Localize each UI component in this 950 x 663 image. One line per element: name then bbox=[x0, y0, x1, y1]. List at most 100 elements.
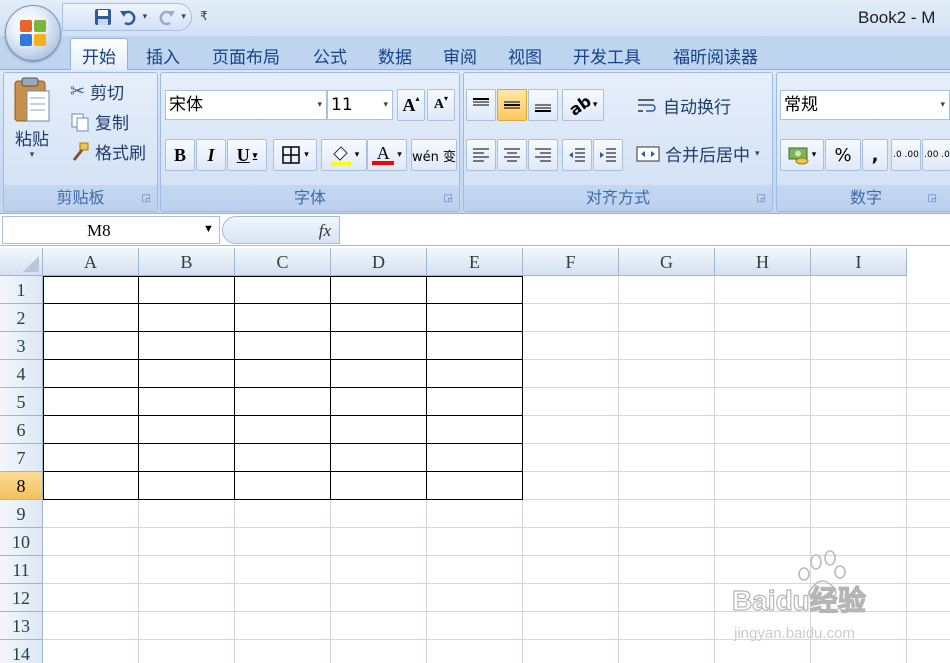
fill-color-button[interactable]: ▾ bbox=[321, 139, 367, 171]
font-name-dropdown-icon[interactable]: ▾ bbox=[317, 91, 322, 119]
font-color-dropdown-icon[interactable]: ▾ bbox=[397, 150, 402, 160]
row-header[interactable]: 5 bbox=[0, 388, 43, 416]
shrink-font-button[interactable]: A ▾ bbox=[427, 89, 455, 121]
redo-dropdown-icon[interactable]: ▾ bbox=[181, 12, 191, 22]
undo-dropdown-icon[interactable]: ▾ bbox=[143, 12, 153, 22]
name-box[interactable]: M8 ▼ bbox=[2, 216, 220, 244]
accounting-format-button[interactable]: ▾ bbox=[780, 139, 824, 171]
align-left-button[interactable] bbox=[466, 139, 496, 171]
table-cell[interactable] bbox=[139, 332, 235, 360]
number-launcher-icon[interactable]: ◲ bbox=[928, 193, 937, 204]
name-box-dropdown-icon[interactable]: ▼ bbox=[203, 223, 214, 235]
row-header[interactable]: 11 bbox=[0, 556, 43, 584]
table-cell[interactable] bbox=[235, 304, 331, 332]
tab-review[interactable]: 审阅 bbox=[443, 43, 477, 68]
redo-icon[interactable] bbox=[156, 6, 177, 28]
decrease-decimal-button[interactable]: .00 .0 bbox=[922, 139, 950, 171]
column-header[interactable]: G bbox=[619, 248, 715, 276]
row-header[interactable]: 10 bbox=[0, 528, 43, 556]
column-header[interactable]: C bbox=[235, 248, 331, 276]
row-header[interactable]: 13 bbox=[0, 612, 43, 640]
merge-center-button[interactable]: 合并后居中 ▾ bbox=[636, 141, 760, 166]
table-cell[interactable] bbox=[427, 444, 523, 472]
table-cell[interactable] bbox=[235, 416, 331, 444]
tab-developer[interactable]: 开发工具 bbox=[573, 43, 641, 68]
table-cell[interactable] bbox=[43, 444, 139, 472]
table-cell[interactable] bbox=[427, 416, 523, 444]
tab-home[interactable]: 开始 bbox=[70, 38, 128, 70]
row-header[interactable]: 1 bbox=[0, 276, 43, 304]
column-header[interactable]: I bbox=[811, 248, 907, 276]
row-header[interactable]: 4 bbox=[0, 360, 43, 388]
table-cell[interactable] bbox=[139, 416, 235, 444]
table-cell[interactable] bbox=[43, 332, 139, 360]
decrease-indent-button[interactable] bbox=[562, 139, 592, 171]
wrap-text-button[interactable]: 自动换行 bbox=[636, 93, 731, 118]
table-cell[interactable] bbox=[331, 332, 427, 360]
cut-button[interactable]: ✂ 剪切 bbox=[70, 79, 124, 104]
bold-button[interactable]: B bbox=[165, 139, 195, 171]
table-cell[interactable] bbox=[43, 416, 139, 444]
table-cell[interactable] bbox=[139, 388, 235, 416]
font-color-button[interactable]: A ▾ bbox=[367, 139, 407, 171]
paste-button[interactable]: 粘贴 ▾ bbox=[12, 77, 52, 160]
tab-page-layout[interactable]: 页面布局 bbox=[212, 43, 280, 68]
row-header[interactable]: 7 bbox=[0, 444, 43, 472]
table-cell[interactable] bbox=[43, 360, 139, 388]
column-header[interactable]: D bbox=[331, 248, 427, 276]
underline-dropdown-icon[interactable]: ▾ bbox=[253, 150, 258, 161]
tab-formulas[interactable]: 公式 bbox=[313, 43, 347, 68]
table-cell[interactable] bbox=[235, 360, 331, 388]
row-header[interactable]: 8 bbox=[0, 472, 43, 500]
table-cell[interactable] bbox=[139, 304, 235, 332]
italic-button[interactable]: I bbox=[196, 139, 226, 171]
table-cell[interactable] bbox=[427, 276, 523, 304]
copy-button[interactable]: 复制 bbox=[70, 109, 129, 134]
increase-decimal-button[interactable]: .0 .00 bbox=[891, 139, 921, 171]
font-size-dropdown-icon[interactable]: ▾ bbox=[383, 91, 388, 119]
table-cell[interactable] bbox=[331, 276, 427, 304]
align-center-button[interactable] bbox=[497, 139, 527, 171]
row-header[interactable]: 2 bbox=[0, 304, 43, 332]
table-cell[interactable] bbox=[43, 388, 139, 416]
clipboard-launcher-icon[interactable]: ◲ bbox=[142, 193, 151, 204]
alignment-launcher-icon[interactable]: ◲ bbox=[757, 193, 766, 204]
row-header[interactable]: 12 bbox=[0, 584, 43, 612]
borders-dropdown-icon[interactable]: ▾ bbox=[304, 150, 309, 160]
table-cell[interactable] bbox=[235, 332, 331, 360]
table-cell[interactable] bbox=[331, 472, 427, 500]
table-cell[interactable] bbox=[427, 472, 523, 500]
tab-foxit-reader[interactable]: 福昕阅读器 bbox=[673, 43, 758, 68]
column-header[interactable]: H bbox=[715, 248, 811, 276]
table-cell[interactable] bbox=[331, 388, 427, 416]
table-cell[interactable] bbox=[235, 276, 331, 304]
table-cell[interactable] bbox=[427, 360, 523, 388]
table-cell[interactable] bbox=[235, 444, 331, 472]
table-cell[interactable] bbox=[331, 360, 427, 388]
align-bottom-button[interactable] bbox=[528, 89, 558, 121]
font-size-combo[interactable]: 11 ▾ bbox=[327, 90, 393, 120]
phonetic-guide-button[interactable]: wén 变 bbox=[411, 139, 457, 171]
comma-button[interactable]: , bbox=[862, 139, 888, 171]
column-header[interactable]: E bbox=[427, 248, 523, 276]
table-cell[interactable] bbox=[331, 444, 427, 472]
table-cell[interactable] bbox=[235, 472, 331, 500]
table-cell[interactable] bbox=[139, 444, 235, 472]
table-cell[interactable] bbox=[331, 304, 427, 332]
save-icon[interactable] bbox=[92, 6, 113, 28]
formula-input[interactable] bbox=[342, 216, 948, 244]
undo-icon[interactable] bbox=[118, 6, 139, 28]
row-header[interactable]: 6 bbox=[0, 416, 43, 444]
tab-data[interactable]: 数据 bbox=[378, 43, 412, 68]
insert-function-icon[interactable]: fx bbox=[319, 221, 331, 241]
table-cell[interactable] bbox=[43, 304, 139, 332]
grow-font-button[interactable]: A ▴ bbox=[397, 89, 425, 121]
merge-dropdown-icon[interactable]: ▾ bbox=[755, 149, 760, 159]
table-cell[interactable] bbox=[331, 416, 427, 444]
font-launcher-icon[interactable]: ◲ bbox=[444, 193, 453, 204]
table-cell[interactable] bbox=[139, 472, 235, 500]
table-cell[interactable] bbox=[427, 388, 523, 416]
row-header[interactable]: 9 bbox=[0, 500, 43, 528]
table-cell[interactable] bbox=[139, 360, 235, 388]
office-button[interactable] bbox=[5, 5, 61, 61]
